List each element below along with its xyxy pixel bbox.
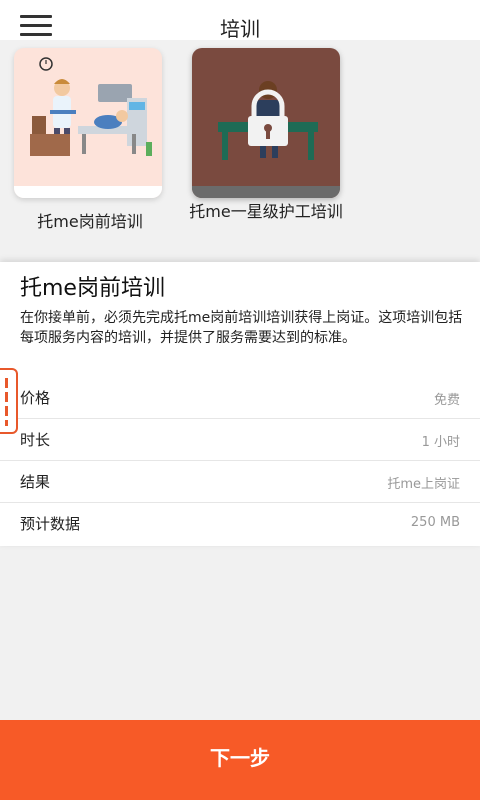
- detail-key: 价格: [20, 389, 51, 407]
- course-list: 托me岗前培训 托me一星级护工培训: [0, 40, 480, 260]
- course-card-one-star-caregiver[interactable]: [192, 48, 340, 198]
- course-label-one-star-caregiver[interactable]: 托me一星级护工培训: [176, 202, 356, 222]
- page-title: 培训: [220, 17, 260, 41]
- detail-value: 免费: [433, 393, 460, 408]
- course-description: 在你接单前，必须先完成托me岗前培训培训获得上岗证。这项培训包括每项服务内容的培…: [20, 310, 463, 346]
- detail-key: 时长: [20, 431, 51, 449]
- course-card-base: [192, 186, 340, 198]
- detail-row-data-size: 预计数据 250 MB: [0, 502, 480, 544]
- drawer-handle[interactable]: [0, 368, 18, 434]
- detail-value: 1 小时: [421, 435, 460, 450]
- detail-row-price: 价格 免费: [0, 376, 480, 419]
- detail-value: 250 MB: [410, 515, 460, 530]
- detail-key: 预计数据: [20, 515, 81, 533]
- course-detail-title: 托me岗前培训: [20, 276, 165, 301]
- course-detail-panel: 托me岗前培训 在你接单前，必须先完成托me岗前培训培训获得上岗证。这项培训包括…: [0, 262, 480, 546]
- next-step-button[interactable]: 下一步: [0, 720, 480, 800]
- course-card-orientation[interactable]: [14, 48, 162, 198]
- nurse-patient-illustration: [30, 57, 152, 156]
- detail-row-result: 结果 托me上岗证: [0, 460, 480, 503]
- detail-value: 托me上岗证: [387, 477, 460, 492]
- course-label-orientation[interactable]: 托me岗前培训: [10, 212, 170, 232]
- detail-key: 结果: [20, 473, 51, 491]
- locked-course-illustration: [218, 81, 318, 160]
- detail-row-duration: 时长 1 小时: [0, 418, 480, 461]
